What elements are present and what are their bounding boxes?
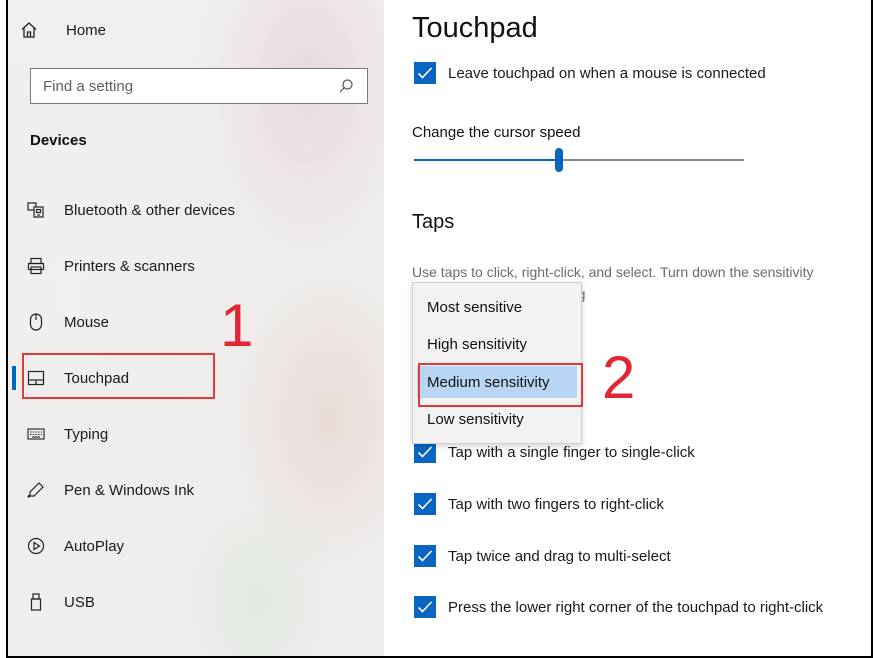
devices-section-title: Devices: [30, 132, 87, 149]
home-link[interactable]: Home: [20, 18, 106, 42]
sidebar-item-label: Pen & Windows Ink: [64, 481, 195, 499]
home-icon: [20, 21, 66, 39]
mouse-icon: [8, 313, 64, 331]
lower-right-corner-checkbox[interactable]: Press the lower right corner of the touc…: [414, 594, 823, 620]
checkmark-icon[interactable]: [414, 596, 436, 618]
sidebar-item-autoplay[interactable]: AutoPlay: [8, 526, 384, 566]
checkmark-icon[interactable]: [414, 493, 436, 515]
search-input[interactable]: [43, 77, 337, 95]
cursor-speed-slider[interactable]: [414, 148, 744, 172]
sidebar-item-printers[interactable]: Printers & scanners: [8, 246, 384, 286]
checkbox-label: Tap with a single finger to single-click: [448, 443, 695, 461]
sidebar: Home Devices: [8, 0, 384, 656]
checkbox-label: Press the lower right corner of the touc…: [448, 598, 824, 616]
checkmark-icon[interactable]: [414, 441, 436, 463]
step-number-2: 2: [602, 344, 636, 411]
sidebar-item-label: AutoPlay: [64, 537, 125, 555]
tap-two-fingers-checkbox[interactable]: Tap with two fingers to right-click: [414, 491, 664, 517]
sensitivity-option-most[interactable]: Most sensitive: [417, 291, 577, 323]
medium-sensitivity-highlight-box: [418, 363, 583, 407]
settings-window: Home Devices: [6, 0, 873, 658]
taps-description: Use taps to click, right-click, and sele…: [412, 264, 814, 302]
sidebar-item-label: Printers & scanners: [64, 257, 195, 275]
sensitivity-option-low[interactable]: Low sensitivity: [417, 403, 577, 435]
slider-thumb[interactable]: [555, 148, 563, 172]
main-content: Touchpad Leave touchpad on when a mouse …: [384, 0, 871, 656]
sidebar-item-label: Bluetooth & other devices: [64, 201, 235, 219]
sidebar-item-usb[interactable]: USB: [8, 582, 384, 622]
checkbox-label: Leave touchpad on when a mouse is connec…: [448, 64, 766, 82]
taps-description-line1: Use taps to click, right-click, and sele…: [412, 264, 814, 280]
touchpad-highlight-box: [22, 353, 215, 399]
checkbox-label: Tap twice and drag to multi-select: [448, 547, 671, 565]
checkmark-icon[interactable]: [414, 545, 436, 567]
sensitivity-option-high[interactable]: High sensitivity: [417, 328, 577, 360]
tap-twice-drag-checkbox[interactable]: Tap twice and drag to multi-select: [414, 543, 671, 569]
checkbox-label: Tap with two fingers to right-click: [448, 495, 664, 513]
checkmark-icon[interactable]: [414, 62, 436, 84]
usb-icon: [8, 593, 64, 611]
slider-track-filled: [414, 159, 559, 161]
cursor-speed-label: Change the cursor speed: [412, 124, 581, 141]
bluetooth-devices-icon: [8, 202, 64, 218]
sidebar-item-label: Typing: [64, 425, 109, 443]
printer-icon: [8, 257, 64, 275]
search-box[interactable]: [30, 68, 368, 104]
step-number-1: 1: [220, 292, 254, 359]
keyboard-icon: [8, 428, 64, 440]
sidebar-item-pen[interactable]: Pen & Windows Ink: [8, 470, 384, 510]
home-label: Home: [66, 21, 107, 39]
taps-heading: Taps: [412, 211, 455, 233]
pen-icon: [8, 481, 64, 499]
leave-touchpad-on-checkbox[interactable]: Leave touchpad on when a mouse is connec…: [414, 60, 766, 86]
autoplay-icon: [8, 537, 64, 555]
sidebar-item-typing[interactable]: Typing: [8, 414, 384, 454]
sidebar-item-label: USB: [64, 593, 95, 611]
sidebar-item-label: Mouse: [64, 313, 110, 331]
slider-track-empty: [563, 159, 744, 161]
sidebar-item-bluetooth[interactable]: Bluetooth & other devices: [8, 190, 384, 230]
sidebar-item-mouse[interactable]: Mouse: [8, 302, 384, 342]
page-title: Touchpad: [412, 12, 538, 44]
search-icon[interactable]: [337, 77, 355, 95]
